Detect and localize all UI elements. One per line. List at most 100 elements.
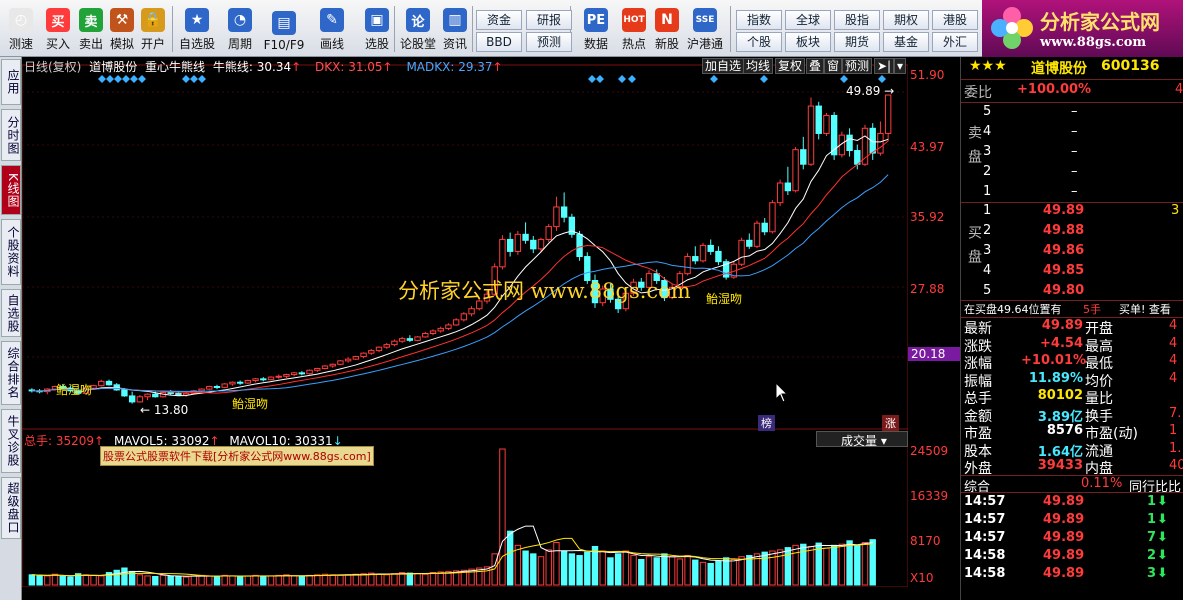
candle-body	[545, 226, 552, 240]
toolbar-button-2[interactable]: 卖卖出	[76, 2, 106, 54]
market-button-4[interactable]: 港股	[932, 10, 978, 30]
bang-badge[interactable]: 榜	[758, 415, 775, 431]
candle-body	[468, 308, 475, 315]
volume-bar	[121, 567, 128, 586]
grid-button-0[interactable]: 资金	[476, 10, 522, 30]
stat-value-2: 4	[1169, 353, 1178, 368]
toolbar-button-10[interactable]: 论论股堂	[398, 2, 438, 54]
candle-body	[437, 327, 444, 332]
signal-diamond	[588, 75, 596, 83]
low-price-label: ← 13.80	[140, 403, 189, 417]
price-tick-0: 51.90	[910, 68, 945, 82]
moving-average-line	[31, 135, 889, 397]
grid-button-1[interactable]: 研报	[526, 10, 572, 30]
tick-time: 14:57	[964, 530, 1006, 545]
toolbar-button-1[interactable]: 买买入	[43, 2, 73, 54]
status-link[interactable]: 买单! 查看	[1119, 301, 1171, 317]
chart-button-5[interactable]: 预测	[842, 58, 873, 74]
chart-button-2[interactable]: 复权	[775, 58, 806, 74]
volume-bar	[290, 575, 298, 586]
chart-button-0[interactable]: 加自选	[702, 58, 745, 74]
toolbar-button-0[interactable]: ◴ 测速	[2, 2, 40, 54]
toolbar-button-9[interactable]: ▣ 选股	[357, 2, 397, 54]
volume-bar	[584, 551, 591, 586]
volume-bar	[383, 574, 390, 586]
toolbar-button-15[interactable]: SSE 沪港通	[684, 2, 726, 54]
volume-bar	[229, 575, 236, 586]
stat-value: 11.89%	[1028, 370, 1083, 386]
volume-tick-2: 8170	[910, 534, 941, 548]
chart-button-4[interactable]: 窗	[824, 58, 843, 74]
volume-bar	[144, 575, 151, 586]
volume-selector[interactable]: 成交量 ▾	[816, 431, 908, 448]
toolbar-button-14[interactable]: N 新股	[652, 2, 682, 54]
toolbar-button-4[interactable]: 🔒 开户	[138, 2, 168, 54]
volume-bar	[298, 576, 306, 586]
volume-bar	[90, 574, 97, 586]
volume-bar	[329, 574, 336, 586]
toolbar-button-5[interactable]: ★ 自选股	[176, 2, 218, 54]
market-button-0[interactable]: 指数	[736, 10, 782, 30]
candle-body	[452, 319, 460, 326]
ad-banner[interactable]: 股票公式股票软件下载[分析家公式网www.88gs.com]	[100, 446, 374, 466]
buy-price: 49.86	[1043, 243, 1085, 258]
zhang-badge[interactable]: 涨	[882, 415, 899, 431]
grid-button-2[interactable]: BBD	[476, 32, 522, 52]
volume-bar	[159, 574, 167, 586]
side-tab-7[interactable]: 超级盘口	[1, 477, 21, 539]
volume-bar	[275, 574, 282, 586]
signal-diamond	[760, 75, 768, 83]
side-tab-0[interactable]: 应用	[1, 59, 21, 105]
stat-value-2: 4	[1169, 370, 1178, 386]
volume-bar	[807, 545, 815, 586]
side-tab-5[interactable]: 综合排名	[1, 341, 21, 405]
volume-bar	[560, 550, 568, 586]
grid-button-3[interactable]: 预测	[526, 32, 572, 52]
market-button-8[interactable]: 基金	[883, 32, 929, 52]
toolbar-button-12[interactable]: PE 数据	[580, 2, 612, 54]
market-button-6[interactable]: 板块	[785, 32, 831, 52]
volume-tick-1: 16339	[910, 489, 949, 503]
price-tick-3: 27.88	[910, 282, 945, 296]
toolbar-button-6[interactable]: ◔ 周期	[220, 2, 260, 54]
volume-bar	[113, 569, 120, 586]
stat-value-2: 1	[1169, 423, 1178, 438]
side-tab-1[interactable]: 分时图	[1, 109, 21, 161]
toolbar-button-3[interactable]: ⚒ 模拟	[107, 2, 137, 54]
kline-chart-svg[interactable]	[21, 57, 909, 588]
market-button-1[interactable]: 全球	[785, 10, 831, 30]
candle-body	[306, 369, 313, 375]
volume-bar	[761, 551, 768, 586]
market-button-5[interactable]: 个股	[736, 32, 782, 52]
side-tab-6[interactable]: 牛叉诊股	[1, 409, 21, 473]
toolbar-label-11: 资讯	[442, 37, 467, 51]
candle-body	[167, 391, 174, 394]
market-button-7[interactable]: 期货	[834, 32, 880, 52]
indicator-name: 重心牛熊线	[145, 60, 206, 74]
kline-chart-area[interactable]	[21, 57, 909, 588]
market-button-3[interactable]: 期权	[883, 10, 929, 30]
divider	[961, 492, 1183, 493]
lock-icon: 🔒	[141, 8, 165, 32]
divider	[961, 102, 1183, 103]
side-tab-2[interactable]: K线图	[1, 165, 21, 215]
market-button-9[interactable]: 外汇	[932, 32, 978, 52]
toolbar-button-7[interactable]: ▤ F10/F9	[262, 2, 306, 54]
market-button-2[interactable]: 股指	[834, 10, 880, 30]
volume-bar	[792, 544, 799, 586]
menu-arrow-icon[interactable]: ▾	[894, 58, 907, 74]
side-tab-4[interactable]: 自选股	[1, 289, 21, 337]
toolbar-button-8[interactable]: ✎ 画线	[310, 2, 354, 54]
toolbar-glyph-icon-15: SSE	[693, 8, 717, 32]
clock-icon: ◴	[9, 8, 33, 32]
toolbar-button-11[interactable]: ▥ 资讯	[440, 2, 470, 54]
toolbar-button-13[interactable]: HOT 热点	[618, 2, 650, 54]
volume-bar	[684, 555, 691, 586]
candle-body	[252, 378, 259, 382]
next-icon[interactable]: ➤|	[874, 58, 895, 74]
toolbar-label-9: 选股	[364, 37, 389, 51]
candle-body	[769, 202, 776, 233]
side-tab-3[interactable]: 个股资料	[1, 219, 21, 285]
chart-button-1[interactable]: 均线	[743, 58, 774, 74]
chart-button-3[interactable]: 叠	[806, 58, 825, 74]
